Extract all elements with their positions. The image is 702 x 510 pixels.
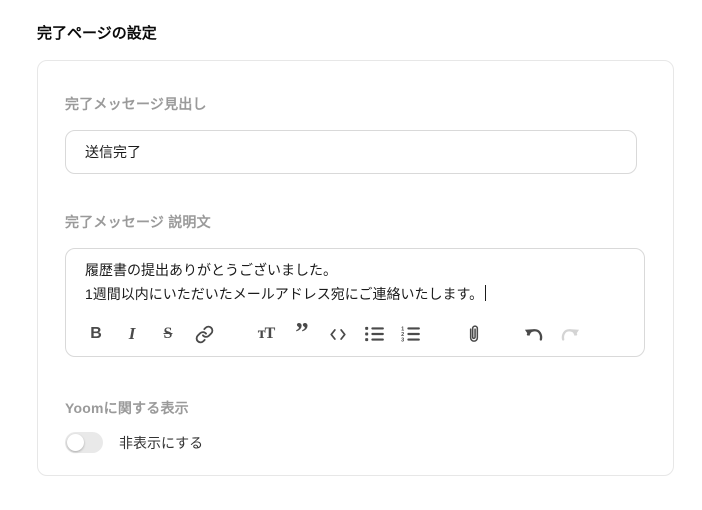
svg-text:3: 3 bbox=[401, 337, 404, 342]
text-cursor bbox=[485, 285, 487, 301]
heading-icon: тT bbox=[257, 325, 276, 342]
link-icon bbox=[195, 325, 214, 344]
hide-yoom-toggle[interactable] bbox=[65, 432, 103, 453]
editor-line-1: 履歴書の提出ありがとうございました。 bbox=[85, 262, 337, 278]
hide-yoom-toggle-label: 非表示にする bbox=[119, 434, 204, 451]
bold-icon: B bbox=[90, 325, 102, 342]
page-title: 完了ページの設定 bbox=[37, 25, 157, 42]
editor-line-2: 1週間以内にいただいたメールアドレス宛にご連絡いたします。 bbox=[85, 282, 625, 306]
yoom-section-label: Yoomに関する表示 bbox=[65, 400, 189, 416]
bullet-list-button[interactable] bbox=[363, 321, 385, 347]
strikethrough-button[interactable]: S bbox=[157, 321, 179, 347]
code-icon bbox=[329, 327, 347, 342]
attachment-button[interactable] bbox=[463, 321, 485, 347]
redo-icon bbox=[560, 326, 580, 342]
code-button[interactable] bbox=[327, 321, 349, 347]
hide-yoom-row: 非表示にする bbox=[65, 432, 646, 453]
completion-page-settings-card: 完了メッセージ見出し 完了メッセージ 説明文 履歴書の提出ありがとうございました… bbox=[37, 60, 674, 476]
italic-icon: I bbox=[128, 324, 136, 343]
toggle-knob bbox=[67, 434, 84, 451]
undo-icon bbox=[524, 326, 544, 342]
italic-button[interactable]: I bbox=[121, 321, 143, 347]
description-field-label: 完了メッセージ 説明文 bbox=[65, 214, 211, 230]
quote-icon: ” bbox=[295, 317, 309, 347]
editor-toolbar: B I S тT ” 1 2 3 bbox=[85, 317, 632, 347]
redo-button[interactable] bbox=[559, 321, 581, 347]
strikethrough-icon: S bbox=[163, 325, 173, 342]
heading-button[interactable]: тT bbox=[255, 321, 277, 347]
numbered-list-icon: 1 2 3 bbox=[401, 326, 420, 342]
bold-button[interactable]: B bbox=[85, 321, 107, 347]
editor-content[interactable]: 履歴書の提出ありがとうございました。 1週間以内にいただいたメールアドレス宛にご… bbox=[66, 249, 644, 306]
numbered-list-button[interactable]: 1 2 3 bbox=[399, 321, 421, 347]
heading-field-label: 完了メッセージ見出し bbox=[65, 96, 207, 112]
completion-heading-input[interactable] bbox=[65, 130, 637, 174]
description-editor: 履歴書の提出ありがとうございました。 1週間以内にいただいたメールアドレス宛にご… bbox=[65, 248, 645, 357]
link-button[interactable] bbox=[193, 321, 215, 347]
undo-button[interactable] bbox=[523, 321, 545, 347]
bullet-list-icon bbox=[364, 326, 384, 342]
attachment-icon bbox=[466, 324, 482, 345]
quote-button[interactable]: ” bbox=[291, 317, 313, 347]
